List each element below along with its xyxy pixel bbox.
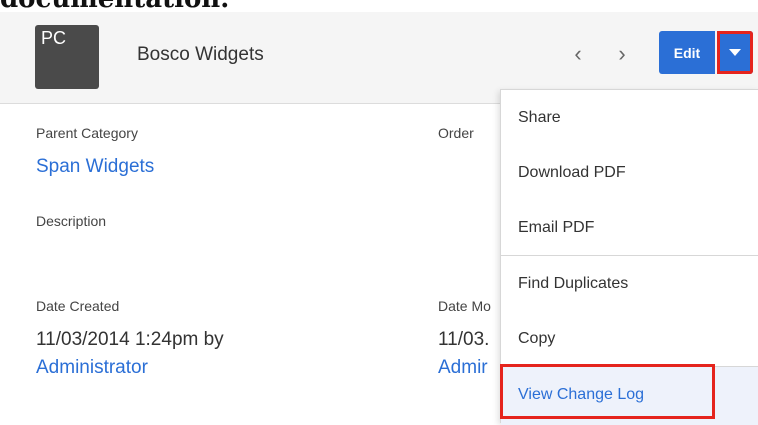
menu-item-label: Copy: [518, 330, 556, 347]
menu-item-label: Find Duplicates: [518, 275, 629, 292]
doc-heading-text: documentation.: [0, 0, 229, 12]
menu-item-label: Email PDF: [518, 219, 595, 236]
modified-by-link[interactable]: Admir: [438, 357, 488, 379]
previous-record-icon[interactable]: ‹: [568, 41, 588, 67]
menu-item-share[interactable]: Share: [501, 90, 758, 148]
description-label: Description: [36, 213, 107, 229]
date-created-value: 11/03/2014 1:24pm by: [36, 329, 224, 350]
highlight-box: [500, 364, 715, 419]
menu-item-email-pdf[interactable]: Email PDF: [501, 200, 758, 258]
date-modified-label: Date Mo: [438, 298, 491, 314]
avatar-text: PC: [41, 28, 67, 48]
caret-down-icon: [729, 49, 741, 56]
menu-item-label: Download PDF: [518, 164, 626, 181]
doc-heading-fragment: documentation.: [0, 0, 758, 12]
order-label: Order: [438, 125, 474, 141]
record-title: Bosco Widgets: [137, 44, 264, 65]
edit-button[interactable]: Edit: [659, 31, 715, 74]
date-created-label: Date Created: [36, 298, 120, 314]
actions-dropdown-button[interactable]: [717, 31, 753, 74]
next-record-icon[interactable]: ›: [612, 41, 632, 67]
menu-item-download-pdf[interactable]: Download PDF: [501, 145, 758, 203]
menu-item-label: Share: [518, 109, 561, 126]
parent-category-link[interactable]: Span Widgets: [36, 156, 154, 178]
created-by-link[interactable]: Administrator: [36, 357, 148, 379]
module-avatar: PC: [35, 25, 99, 89]
menu-item-find-duplicates[interactable]: Find Duplicates: [501, 256, 758, 314]
date-modified-value: 11/03.: [438, 329, 490, 350]
parent-category-label: Parent Category: [36, 125, 138, 141]
menu-item-copy[interactable]: Copy: [501, 311, 758, 369]
